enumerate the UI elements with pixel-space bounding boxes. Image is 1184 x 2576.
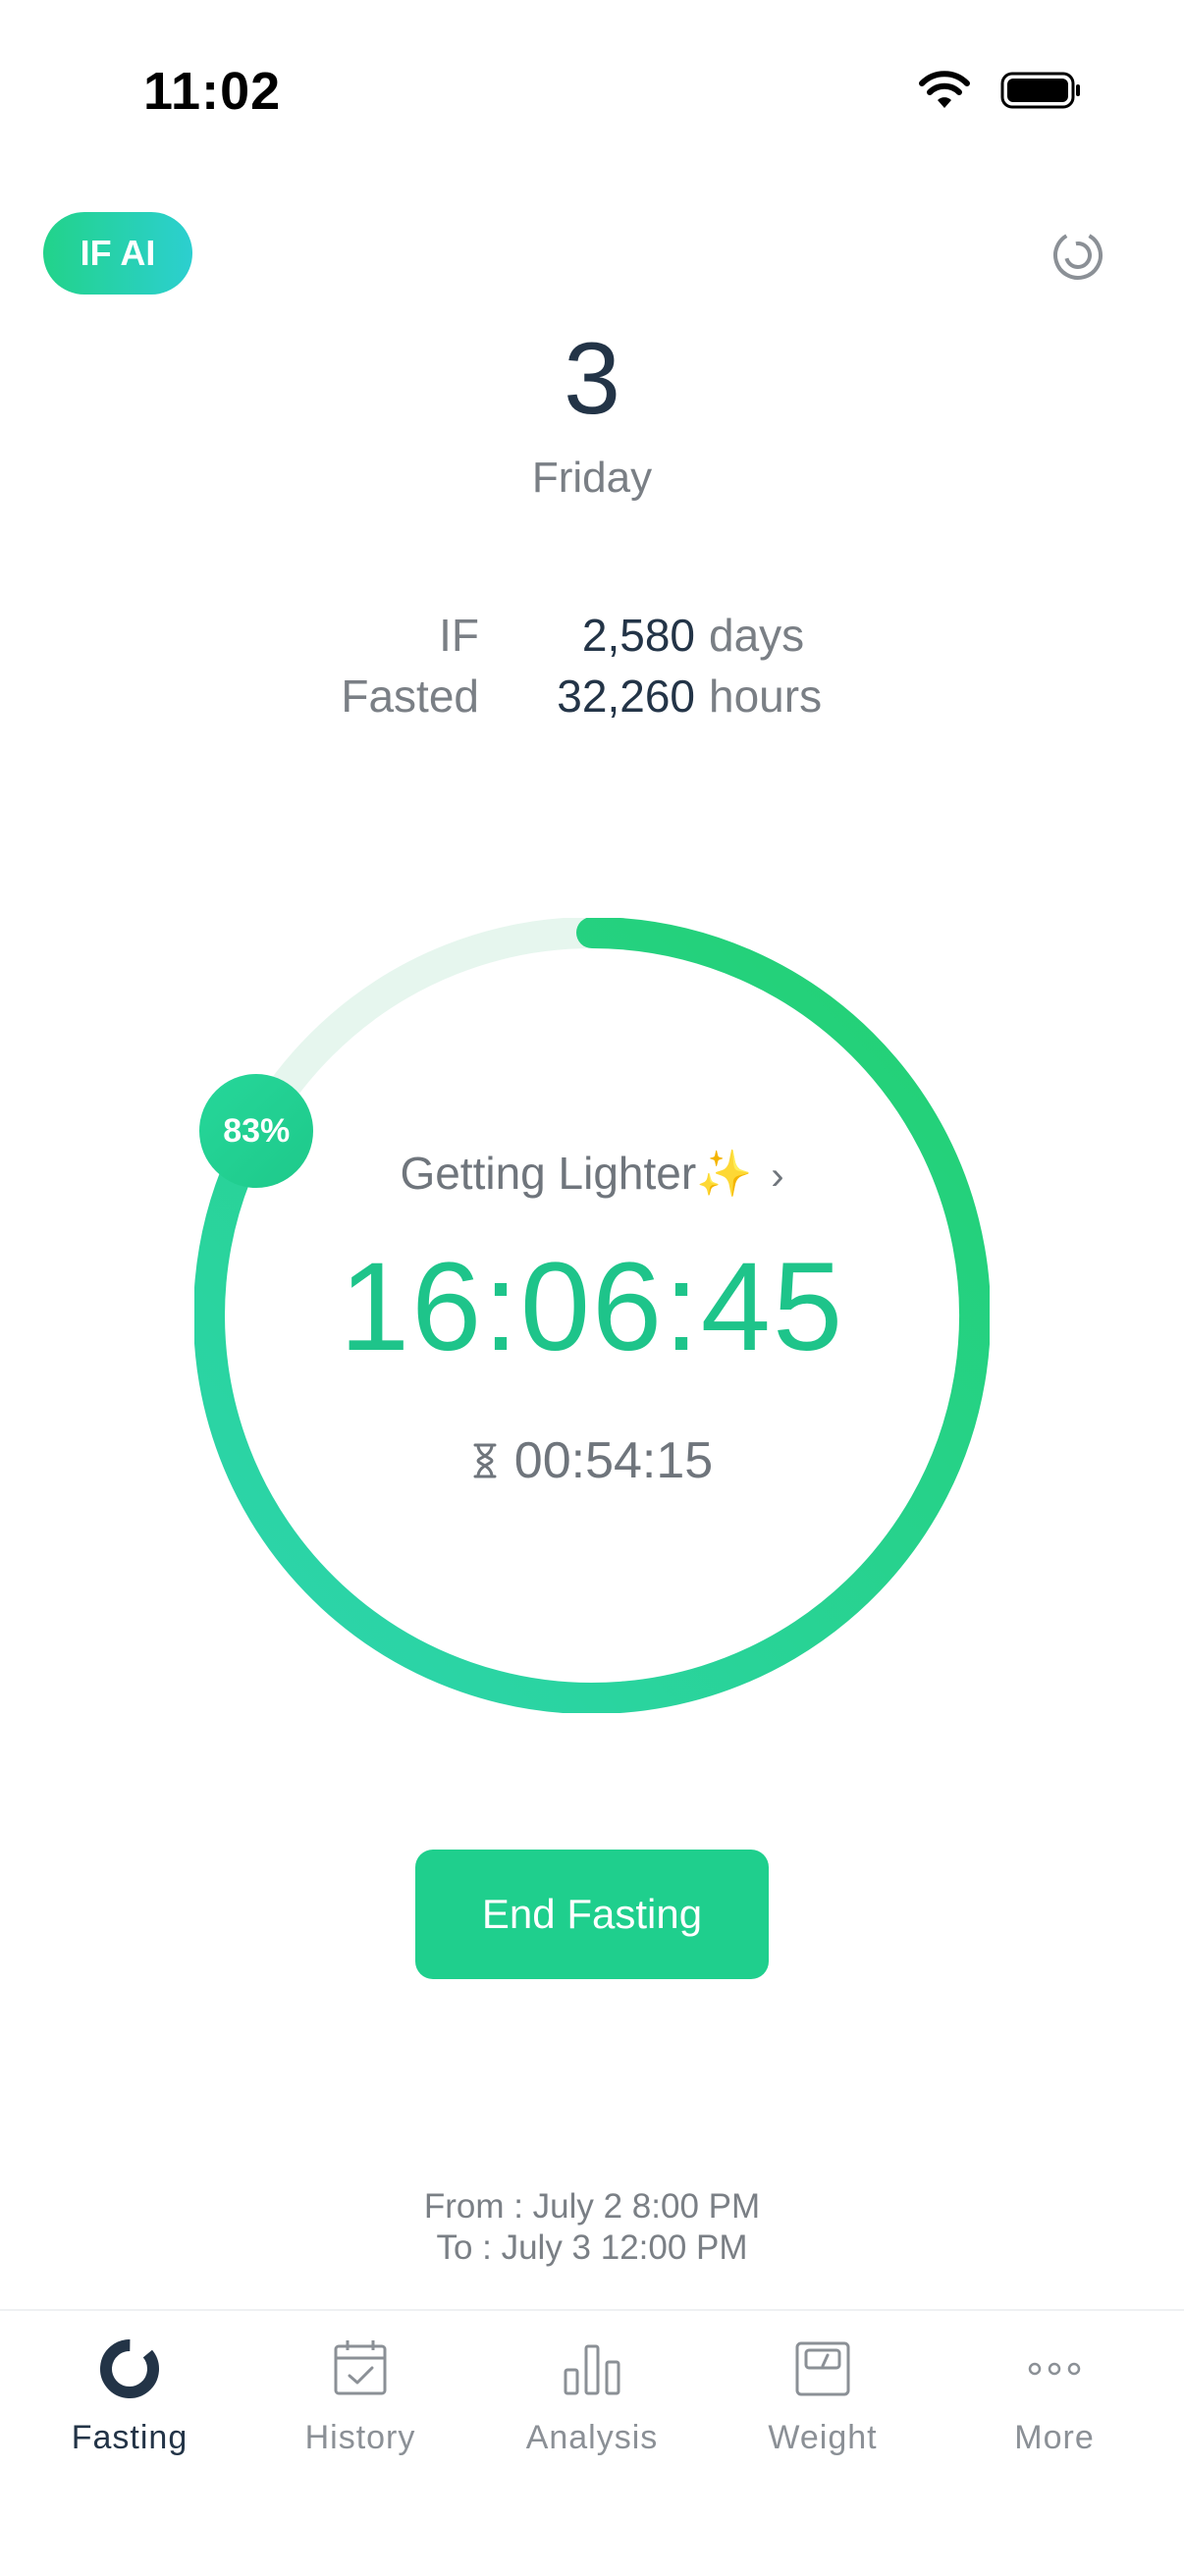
- tab-history[interactable]: History: [242, 2329, 478, 2457]
- remaining-time-row: 00:54:15: [0, 1431, 1184, 1490]
- tab-label: More: [1014, 2419, 1095, 2456]
- day-number: 3: [564, 322, 620, 436]
- range-from: From : July 2 8:00 PM: [423, 2187, 761, 2226]
- stage-link[interactable]: Getting Lighter✨ ›: [0, 1147, 1184, 1201]
- tab-label: History: [304, 2419, 416, 2456]
- stat-row-fasted: Fasted 32,260 hours: [0, 670, 1184, 723]
- weekday-label: Friday: [531, 454, 653, 502]
- tab-more[interactable]: More: [937, 2329, 1172, 2457]
- elapsed-time: 16:06:45: [339, 1237, 845, 1377]
- stat-row-if: IF 2,580 days: [0, 609, 1184, 662]
- tab-label: Weight: [768, 2419, 878, 2456]
- tab-weight[interactable]: Weight: [705, 2329, 941, 2457]
- end-fasting-button[interactable]: End Fasting: [415, 1850, 769, 1979]
- stat-value: 2,580: [581, 610, 695, 661]
- scale-icon: [795, 2341, 850, 2396]
- bar-chart-icon: [564, 2344, 620, 2395]
- tab-fasting[interactable]: Fasting: [12, 2329, 247, 2457]
- stat-label: IF: [439, 610, 479, 661]
- chevron-right-icon: ›: [771, 1154, 784, 1198]
- stage-label: Getting Lighter✨: [400, 1148, 753, 1199]
- tab-analysis[interactable]: Analysis: [474, 2329, 710, 2457]
- remaining-time: 00:54:15: [513, 1432, 714, 1489]
- tab-label: Analysis: [525, 2419, 659, 2456]
- stat-label: Fasted: [341, 671, 479, 722]
- more-dots-icon: [1028, 2362, 1081, 2376]
- hourglass-icon: [473, 1443, 497, 1478]
- status-icons: [918, 71, 1081, 110]
- tab-label: Fasting: [71, 2419, 188, 2456]
- fasting-ring-icon: [100, 2339, 159, 2398]
- stat-unit: days: [709, 610, 805, 661]
- calendar-check-icon: [334, 2340, 387, 2395]
- wifi-icon: [919, 71, 970, 108]
- stat-value: 32,260: [557, 671, 695, 722]
- if-ai-button[interactable]: IF AI: [43, 212, 192, 295]
- timer-icon[interactable]: [1049, 224, 1107, 283]
- stat-unit: hours: [709, 671, 823, 722]
- battery-icon: [1000, 72, 1080, 109]
- range-to: To : July 3 12:00 PM: [436, 2228, 748, 2267]
- status-time: 11:02: [143, 62, 282, 121]
